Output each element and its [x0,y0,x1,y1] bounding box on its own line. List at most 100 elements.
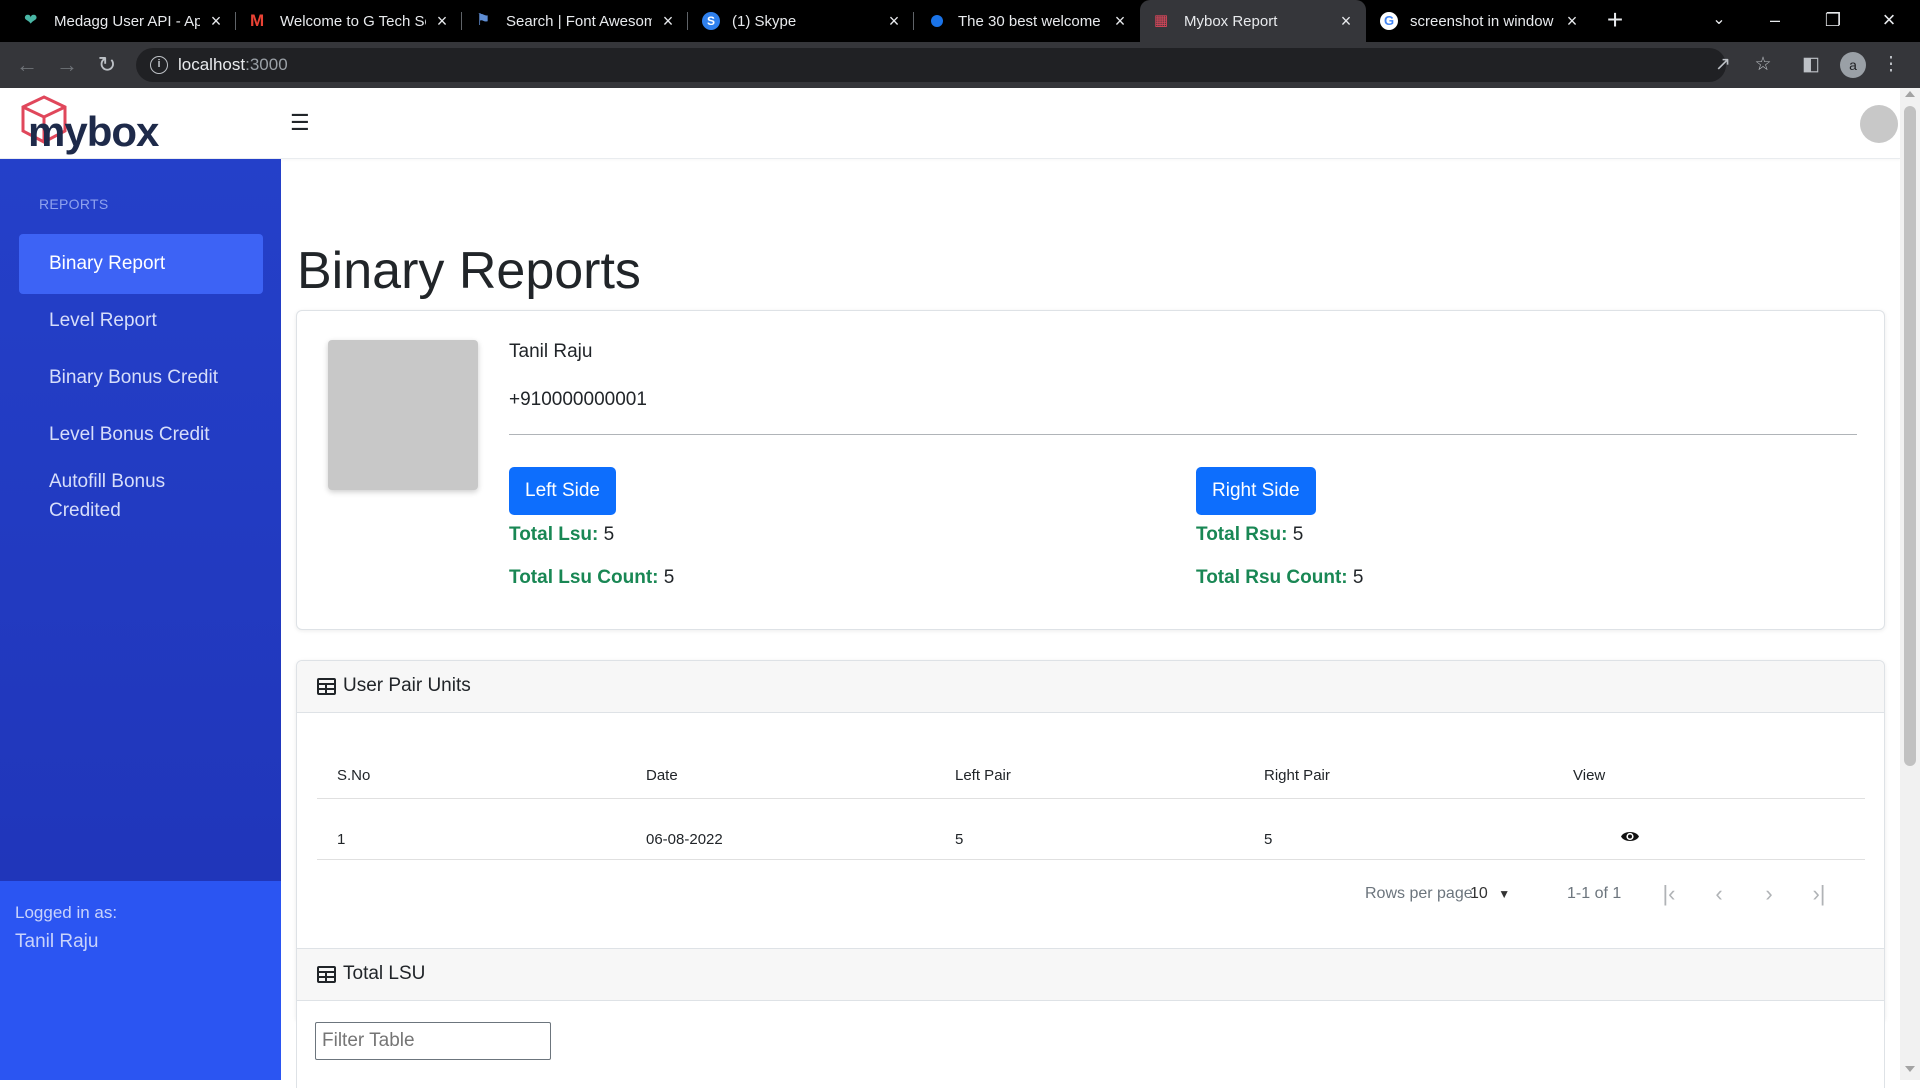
globe-icon [931,15,943,27]
sidebar-item-level-report[interactable]: Level Report [19,291,263,351]
sidebar-item-autofill-bonus-credited[interactable]: Autofill Bonus Credited [19,460,263,532]
bookmark-star-icon[interactable]: ☆ [1750,52,1776,78]
share-icon[interactable]: ↗ [1710,52,1736,78]
sidebar-item-label: Level Bonus Credit [49,424,210,445]
browser-tab[interactable]: ❤ Medagg User API - Ap × [10,0,236,42]
logged-in-label: Logged in as: [15,903,118,922]
sidebar-item-label: Binary Bonus Credit [49,367,218,388]
close-tab-icon[interactable]: × [884,11,904,32]
eye-icon[interactable] [1620,829,1640,844]
page-scrollbar[interactable] [1900,88,1920,1080]
sidebar-item-label: Binary Report [49,253,166,274]
sidebar-item-label: Level Report [49,310,157,331]
left-side-button[interactable]: Left Side [509,467,616,515]
stat-label: Total Lsu: [509,524,599,545]
next-page-icon[interactable]: › [1754,879,1784,909]
user-name: Tanil Raju [509,341,593,362]
rows-per-page-select[interactable]: 10 ▼ [1470,885,1510,903]
scrollbar-thumb[interactable] [1904,106,1916,766]
profile-photo [328,340,478,490]
gmail-icon: M [250,11,265,30]
row-divider [317,859,1865,860]
close-tab-icon[interactable]: × [432,11,452,32]
forward-icon[interactable]: → [52,50,82,80]
new-tab-button[interactable]: + [1598,4,1632,38]
card-title: Total LSU [343,963,426,984]
back-icon[interactable]: ← [12,50,42,80]
browser-tab[interactable]: ⚑ Search | Font Awesom × [462,0,688,42]
stat-value: 5 [663,567,675,588]
close-tab-icon[interactable]: × [1110,11,1130,32]
user-avatar[interactable] [1860,105,1898,143]
right-side-button[interactable]: Right Side [1196,467,1316,515]
site-info-icon[interactable]: i [150,56,168,74]
page-title: Binary Reports [297,242,641,300]
stat-value: 5 [1352,567,1364,588]
app-viewport: mybox ☰ REPORTS Binary Report Level Repo… [0,88,1920,1088]
cell-sno: 1 [337,831,346,848]
tab-title: Mybox Report [1184,12,1278,30]
row-divider [317,798,1865,799]
browser-tab[interactable]: G screenshot in window × [1366,0,1592,42]
first-page-icon[interactable]: |‹ [1654,879,1684,909]
stat-value: 5 [603,524,615,545]
heart-icon: ❤ [24,12,38,29]
close-tab-icon[interactable]: × [1336,11,1356,32]
browser-tab[interactable]: S (1) Skype × [688,0,914,42]
scroll-down-icon[interactable] [1905,1066,1915,1072]
browser-tab-active[interactable]: ▦ Mybox Report × [1140,0,1366,42]
tab-search-icon[interactable]: ⌄ [1696,0,1742,42]
browser-tab[interactable]: M Welcome to G Tech So × [236,0,462,42]
browser-tab[interactable]: The 30 best welcome × [914,0,1140,42]
profile-avatar[interactable]: a [1840,52,1866,78]
browser-toolbar: ← → ↻ i localhost:3000 ↗ ☆ ◧ a ⋮ [0,42,1920,88]
column-header[interactable]: Right Pair [1264,767,1330,784]
address-bar[interactable]: i localhost:3000 [136,48,1726,82]
tab-title: (1) Skype [732,12,797,30]
column-header[interactable]: Left Pair [955,767,1011,784]
filter-table-input[interactable] [315,1022,551,1060]
sidebar-item-binary-bonus-credit[interactable]: Binary Bonus Credit [19,348,263,408]
mybox-icon: ▦ [1154,12,1169,29]
tab-title: Medagg User API - Ap [54,12,200,30]
scroll-up-icon[interactable] [1905,91,1915,97]
more-menu-icon[interactable]: ⋮ [1878,52,1904,78]
hamburger-icon[interactable]: ☰ [290,110,310,136]
close-window-icon[interactable]: × [1866,0,1912,42]
close-tab-icon[interactable]: × [1562,11,1582,32]
total-lsu-card: Total LSU [296,948,1885,1088]
card-header: Total LSU [297,949,1884,1001]
browser-tab-strip: ❤ Medagg User API - Ap × M Welcome to G … [0,0,1920,42]
tab-title: The 30 best welcome [958,12,1101,30]
profile-card: Tanil Raju +910000000001 Left Side Total… [296,310,1885,630]
tab-title: Search | Font Awesom [506,12,652,30]
sidebar-item-level-bonus-credit[interactable]: Level Bonus Credit [19,405,263,465]
total-lsu-stat: Total Lsu: 5 [509,524,614,546]
card-title: User Pair Units [343,675,471,696]
column-header[interactable]: Date [646,767,678,784]
restore-icon[interactable]: ❐ [1810,0,1856,42]
card-header: User Pair Units [297,661,1884,713]
rows-per-page-value: 10 [1470,885,1488,902]
sidebar-item-binary-report[interactable]: Binary Report [19,234,263,294]
tab-title: Welcome to G Tech So [280,12,426,30]
previous-page-icon[interactable]: ‹ [1704,879,1734,909]
column-header[interactable]: S.No [337,767,370,784]
close-tab-icon[interactable]: × [206,11,226,32]
last-page-icon[interactable]: ›| [1804,879,1834,909]
pagination-range: 1-1 of 1 [1567,885,1622,902]
sidebar: REPORTS Binary Report Level Report Binar… [0,159,281,1080]
minimize-icon[interactable]: – [1752,0,1798,42]
rows-per-page-label: Rows per page: [1365,885,1478,902]
column-header[interactable]: View [1573,767,1605,784]
cell-right-pair: 5 [1264,831,1273,848]
side-panel-icon[interactable]: ◧ [1798,52,1824,78]
cell-left-pair: 5 [955,831,964,848]
logo-text: mybox [28,108,159,155]
close-tab-icon[interactable]: × [658,11,678,32]
reload-icon[interactable]: ↻ [92,50,122,80]
stat-label: Total Lsu Count: [509,567,659,588]
sidebar-item-label: Autofill Bonus Credited [49,471,166,521]
stat-label: Total Rsu Count: [1196,567,1348,588]
mybox-logo[interactable]: mybox [18,92,159,158]
